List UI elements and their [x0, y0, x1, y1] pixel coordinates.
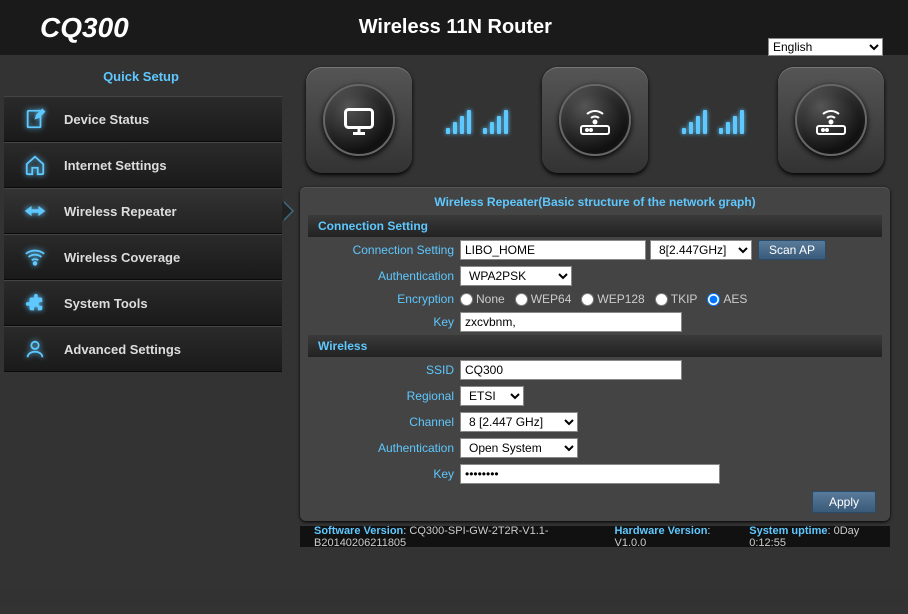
sidebar-item-label: Device Status	[64, 112, 149, 127]
label-channel: Channel	[304, 415, 460, 429]
section-connection: Connection Setting	[308, 215, 882, 237]
router-wifi-icon	[811, 102, 851, 138]
sidebar-item-label: Wireless Coverage	[64, 250, 180, 265]
enc-wep128[interactable]: WEP128	[581, 292, 644, 306]
label-regional: Regional	[304, 389, 460, 403]
uptime-label: System uptime	[749, 525, 827, 537]
label-authentication: Authentication	[304, 269, 460, 283]
label-encryption: Encryption	[304, 292, 460, 306]
signal-icon	[446, 106, 508, 134]
encryption-radio-group: None WEP64 WEP128 TKIP AES	[460, 292, 747, 306]
page-title: Wireless 11N Router	[359, 16, 552, 39]
panel-title: Wireless Repeater(Basic structure of the…	[304, 191, 886, 215]
sidebar-item-label: Advanced Settings	[64, 342, 181, 357]
target-ssid-input[interactable]	[460, 240, 646, 260]
document-edit-icon	[22, 106, 48, 132]
hw-version-label: Hardware Version	[614, 525, 707, 537]
language-select[interactable]: English	[768, 38, 883, 56]
sidebar-item-label: Wireless Repeater	[64, 204, 177, 219]
settings-panel: Wireless Repeater(Basic structure of the…	[300, 187, 890, 521]
enc-tkip[interactable]: TKIP	[655, 292, 698, 306]
sidebar-item-internet-settings[interactable]: Internet Settings	[4, 142, 282, 188]
puzzle-icon	[22, 290, 48, 316]
logo: CQ300	[40, 12, 129, 44]
label-key-local: Key	[304, 467, 460, 481]
footer: Software Version: CQ300-SPI-GW-2T2R-V1.1…	[300, 525, 890, 547]
section-wireless: Wireless	[308, 335, 882, 357]
quick-setup-link[interactable]: Quick Setup	[0, 63, 282, 96]
sw-version-label: Software Version	[314, 525, 403, 537]
local-key-input[interactable]	[460, 464, 720, 484]
content: Wireless Repeater(Basic structure of the…	[282, 55, 908, 588]
target-channel-select[interactable]: 8[2.447GHz]	[650, 240, 752, 260]
person-icon	[22, 336, 48, 362]
sidebar-item-label: Internet Settings	[64, 158, 167, 173]
header: CQ300 Wireless 11N Router English	[0, 0, 908, 55]
label-key: Key	[304, 315, 460, 329]
conn-key-input[interactable]	[460, 312, 682, 332]
sidebar-item-wireless-coverage[interactable]: Wireless Coverage	[4, 234, 282, 280]
sidebar: Quick Setup Device Status Internet Setti…	[0, 55, 282, 588]
node-client	[306, 67, 412, 173]
local-ssid-input[interactable]	[460, 360, 682, 380]
wifi-icon	[22, 244, 48, 270]
sidebar-item-label: System Tools	[64, 296, 148, 311]
sidebar-item-advanced-settings[interactable]: Advanced Settings	[4, 326, 282, 372]
sidebar-item-device-status[interactable]: Device Status	[4, 96, 282, 142]
sidebar-item-wireless-repeater[interactable]: Wireless Repeater	[4, 188, 282, 234]
label-authentication-local: Authentication	[304, 441, 460, 455]
local-channel-select[interactable]: 8 [2.447 GHz]	[460, 412, 578, 432]
label-ssid: SSID	[304, 363, 460, 377]
label-connection-setting: Connection Setting	[304, 243, 460, 257]
local-auth-select[interactable]: Open System	[460, 438, 578, 458]
network-graph	[300, 67, 890, 173]
home-icon	[22, 152, 48, 178]
enc-none[interactable]: None	[460, 292, 505, 306]
signal-icon	[682, 106, 744, 134]
repeater-icon	[22, 198, 48, 224]
sidebar-item-system-tools[interactable]: System Tools	[4, 280, 282, 326]
conn-auth-select[interactable]: WPA2PSK	[460, 266, 572, 286]
node-router	[778, 67, 884, 173]
enc-aes[interactable]: AES	[707, 292, 747, 306]
apply-button[interactable]: Apply	[812, 491, 876, 513]
node-repeater	[542, 67, 648, 173]
monitor-icon	[341, 102, 377, 138]
regional-select[interactable]: ETSI	[460, 386, 524, 406]
enc-wep64[interactable]: WEP64	[515, 292, 572, 306]
scan-ap-button[interactable]: Scan AP	[758, 240, 826, 260]
hw-version-value: V1.0.0	[614, 537, 646, 549]
router-wifi-icon	[575, 102, 615, 138]
